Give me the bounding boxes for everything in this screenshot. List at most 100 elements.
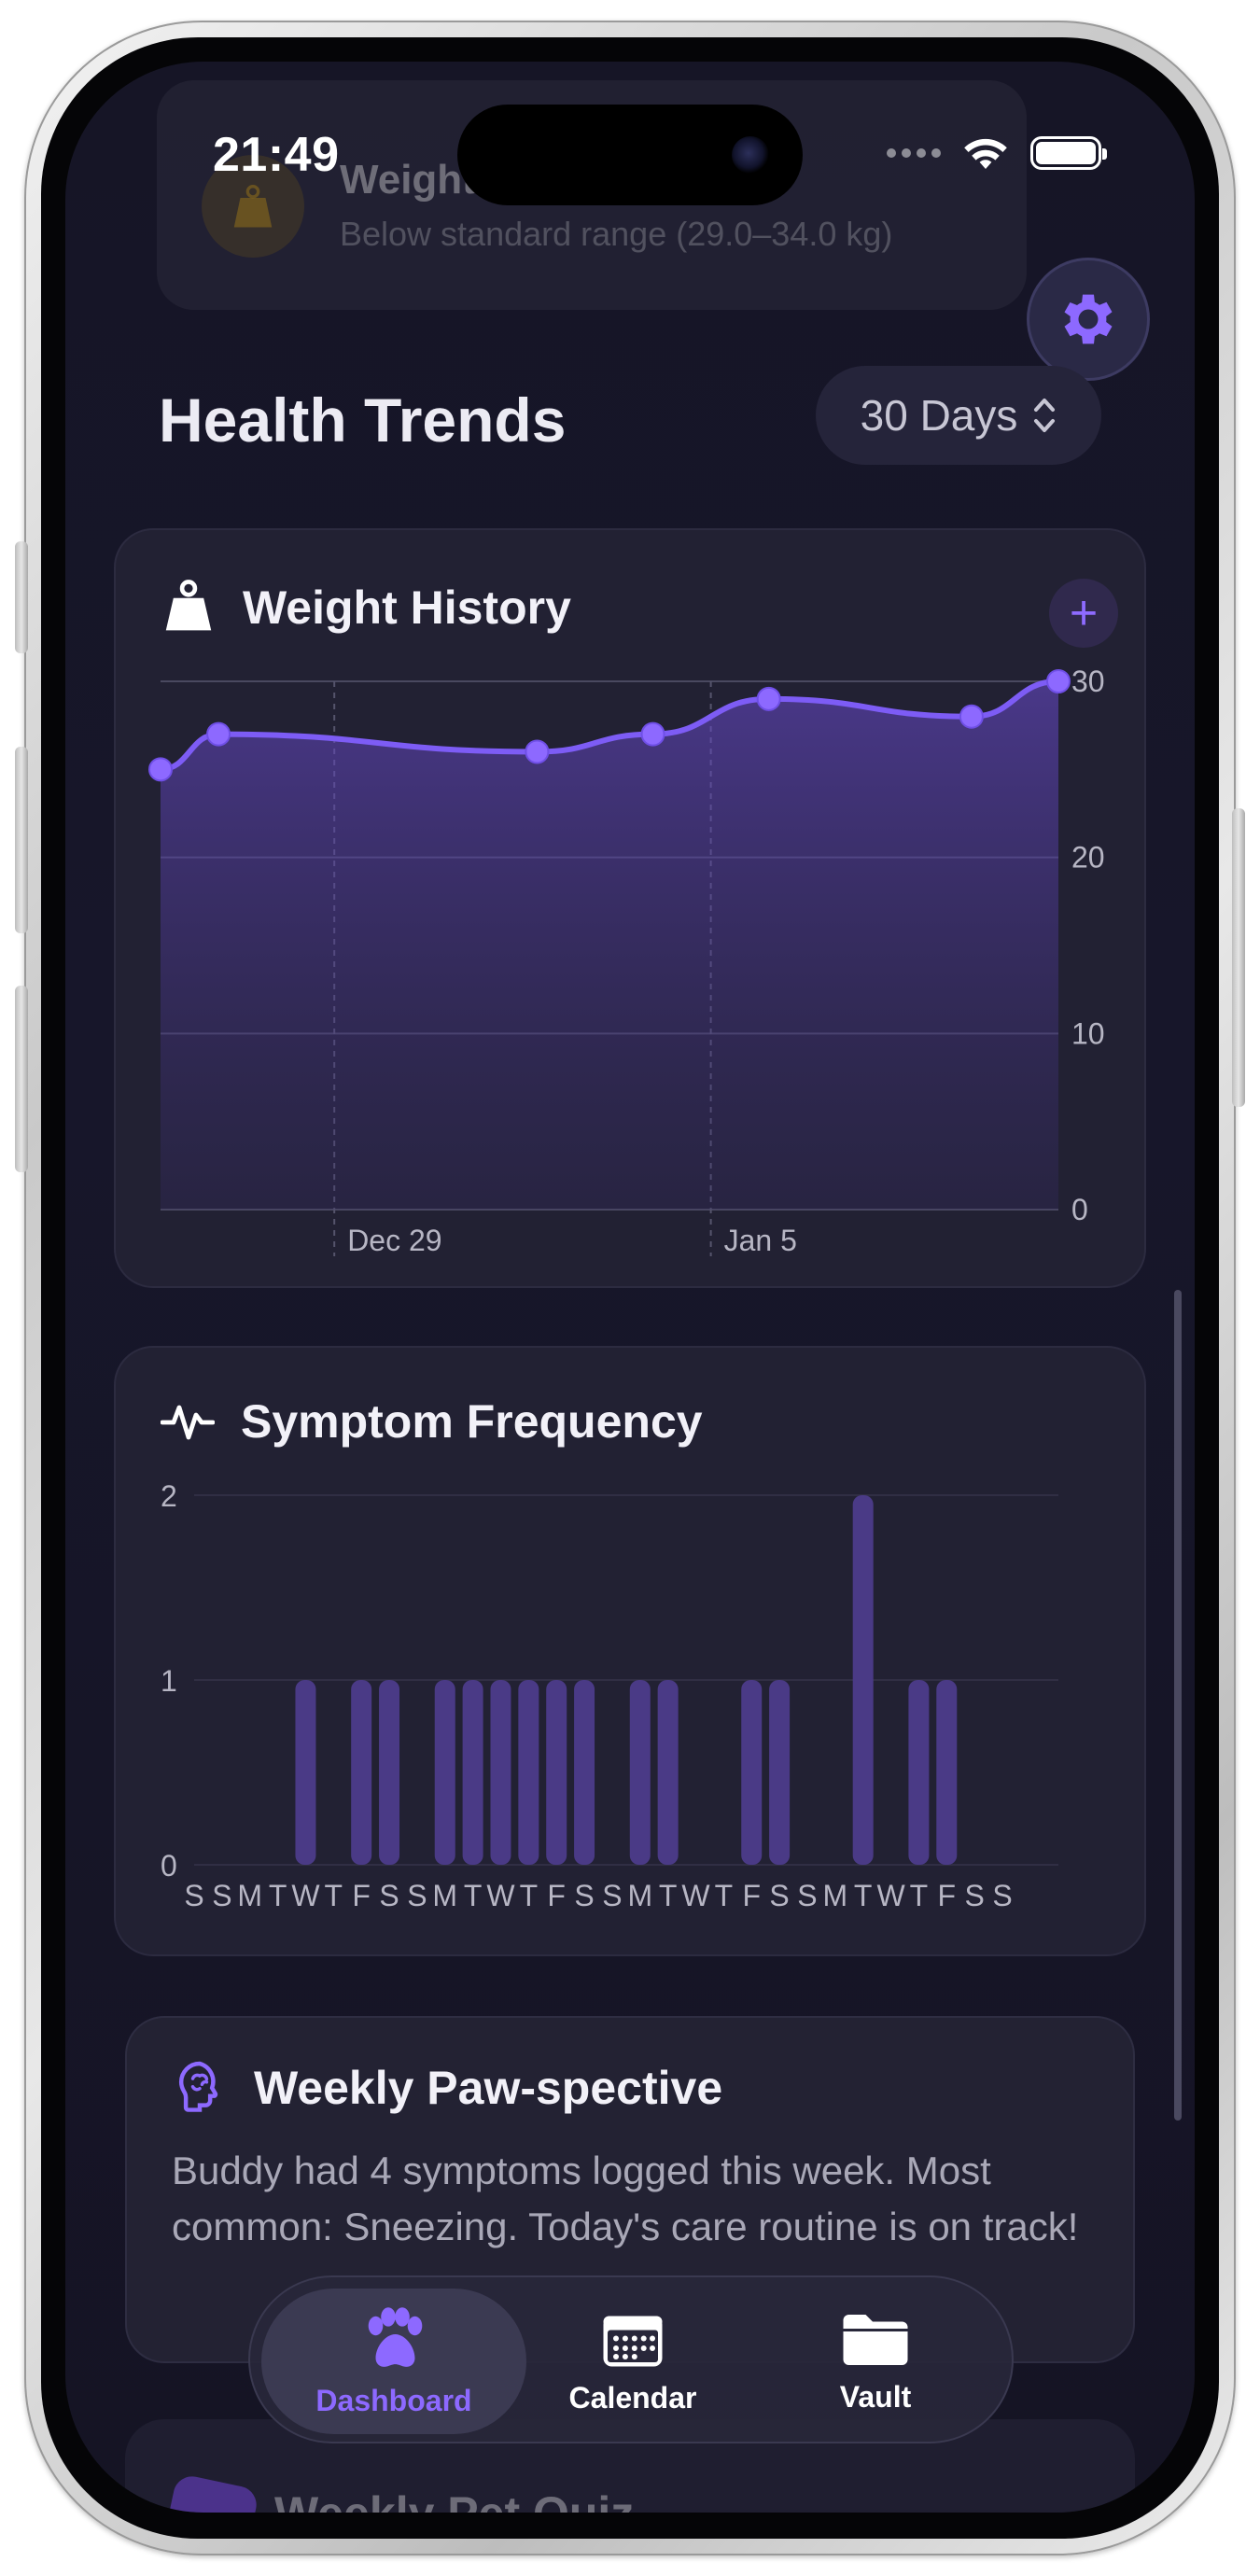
weight-point [959, 704, 984, 729]
tab-vault[interactable]: Vault [773, 2289, 978, 2434]
alert-subtitle: Below standard range (29.0–34.0 kg) [340, 215, 893, 253]
volume-down-button [15, 986, 28, 1172]
x-tick-label: M [432, 1879, 457, 1912]
symptom-bar [351, 1680, 372, 1865]
x-tick-label: T [659, 1879, 678, 1912]
x-tick-label: S [602, 1879, 622, 1912]
x-tick-label: M [822, 1879, 847, 1912]
y-tick-label: 20 [1071, 841, 1105, 875]
gear-icon [1064, 294, 1113, 344]
folder-icon [843, 2314, 908, 2365]
symptom-bar [908, 1680, 930, 1865]
x-tick-label: M [237, 1879, 262, 1912]
tab-bar: Dashboard Calendar Vault [248, 2275, 1014, 2443]
x-tick-label: W [291, 1879, 320, 1912]
x-tick-label: F [547, 1879, 566, 1912]
x-tick-label: W [486, 1879, 515, 1912]
tab-calendar-label: Calendar [568, 2380, 697, 2415]
tab-dashboard[interactable]: Dashboard [261, 2289, 526, 2434]
x-tick-label: S [407, 1879, 427, 1912]
status-icons [887, 134, 1107, 172]
symptom-bar [741, 1680, 763, 1865]
tab-vault-label: Vault [839, 2379, 912, 2414]
symptom-bar [546, 1680, 567, 1865]
symptom-bar [379, 1680, 400, 1865]
action-button [15, 541, 28, 653]
quiz-title: Weekly Pet Quiz [274, 2486, 634, 2513]
x-tick-label: S [769, 1879, 789, 1912]
x-tick-label: W [681, 1879, 710, 1912]
paw-icon [368, 2306, 423, 2367]
x-tick-label: T [715, 1879, 734, 1912]
x-tick-label: S [992, 1879, 1012, 1912]
x-tick-label: T [269, 1879, 287, 1912]
wifi-icon [964, 138, 1007, 169]
power-button [1232, 808, 1245, 1107]
symptom-chart: 012S S M T W T F S S M T W T F S S M T W T F S S M T W T F S S [161, 1479, 1058, 1912]
x-tick-label: T [854, 1879, 873, 1912]
symptom-bar [769, 1680, 791, 1865]
x-tick-label: T [464, 1879, 483, 1912]
symptom-bar [518, 1680, 539, 1865]
weight-chart: 0 10 20 30 Dec 29 Jan 5 [148, 665, 1105, 1257]
range-selector[interactable]: 30 Days [816, 366, 1101, 465]
symptom-bar [434, 1680, 455, 1865]
x-tick-label: Dec 29 [347, 1224, 441, 1257]
tab-dashboard-label: Dashboard [315, 2383, 472, 2417]
y-tick-label: 1 [161, 1664, 177, 1698]
status-time: 21:49 [213, 128, 340, 182]
brain-icon [178, 2061, 218, 2112]
calendar-icon [603, 2316, 663, 2366]
x-tick-label: S [379, 1879, 399, 1912]
dynamic-island [457, 105, 803, 205]
x-tick-label: S [184, 1879, 203, 1912]
y-tick-label: 30 [1071, 665, 1105, 698]
alert-title: Weight [340, 157, 476, 203]
y-tick-label: 0 [161, 1849, 177, 1883]
camera-icon [732, 136, 769, 174]
insight-body: Buddy had 4 symptoms logged this week. M… [172, 2149, 1079, 2248]
symptom-bar [852, 1495, 874, 1865]
symptom-bar [574, 1680, 595, 1865]
weight-point [640, 721, 665, 747]
x-tick-label: T [325, 1879, 343, 1912]
x-tick-label: S [797, 1879, 817, 1912]
x-tick-label: S [212, 1879, 231, 1912]
weight-area [161, 681, 1058, 1210]
x-tick-label: Jan 5 [724, 1224, 797, 1257]
weight-point [206, 721, 231, 747]
scrollbar[interactable] [1174, 1290, 1182, 2121]
range-label: 30 Days [860, 391, 1018, 440]
symptom-bar [295, 1680, 316, 1865]
x-tick-label: T [520, 1879, 539, 1912]
weight-point [756, 686, 781, 711]
chevron-up-down-icon [1034, 399, 1056, 432]
settings-button[interactable] [1027, 258, 1150, 381]
signal-icon [887, 148, 941, 158]
symptom-bar [490, 1680, 511, 1865]
symptom-bar [629, 1680, 651, 1865]
x-tick-label: M [627, 1879, 652, 1912]
volume-up-button [15, 747, 28, 933]
weight-history-card: Weight History + 0 10 20 30 Dec 29 Jan 5 [114, 528, 1146, 1288]
x-tick-label: F [352, 1879, 371, 1912]
symptom-frequency-card: Symptom Frequency 012SSMTWTFSSMTWTFSSMTW… [114, 1346, 1146, 1956]
x-tick-label: W [876, 1879, 905, 1912]
weight-point [1046, 669, 1071, 693]
page-title: Health Trends [159, 385, 567, 455]
insight-title: Weekly Paw-spective [254, 2062, 723, 2114]
symptom-bar [462, 1680, 483, 1865]
x-tick-label: T [910, 1879, 929, 1912]
y-tick-label: 10 [1071, 1016, 1105, 1050]
battery-icon [1030, 136, 1107, 170]
weight-point [148, 757, 173, 782]
tab-calendar[interactable]: Calendar [530, 2289, 735, 2434]
x-tick-label: F [742, 1879, 761, 1912]
x-tick-label: S [574, 1879, 594, 1912]
x-tick-label: S [964, 1879, 984, 1912]
symptom-bar [657, 1680, 679, 1865]
y-tick-label: 0 [1071, 1193, 1088, 1226]
weight-point [525, 739, 550, 764]
x-tick-label: F [938, 1879, 957, 1912]
symptom-bar [936, 1680, 958, 1865]
